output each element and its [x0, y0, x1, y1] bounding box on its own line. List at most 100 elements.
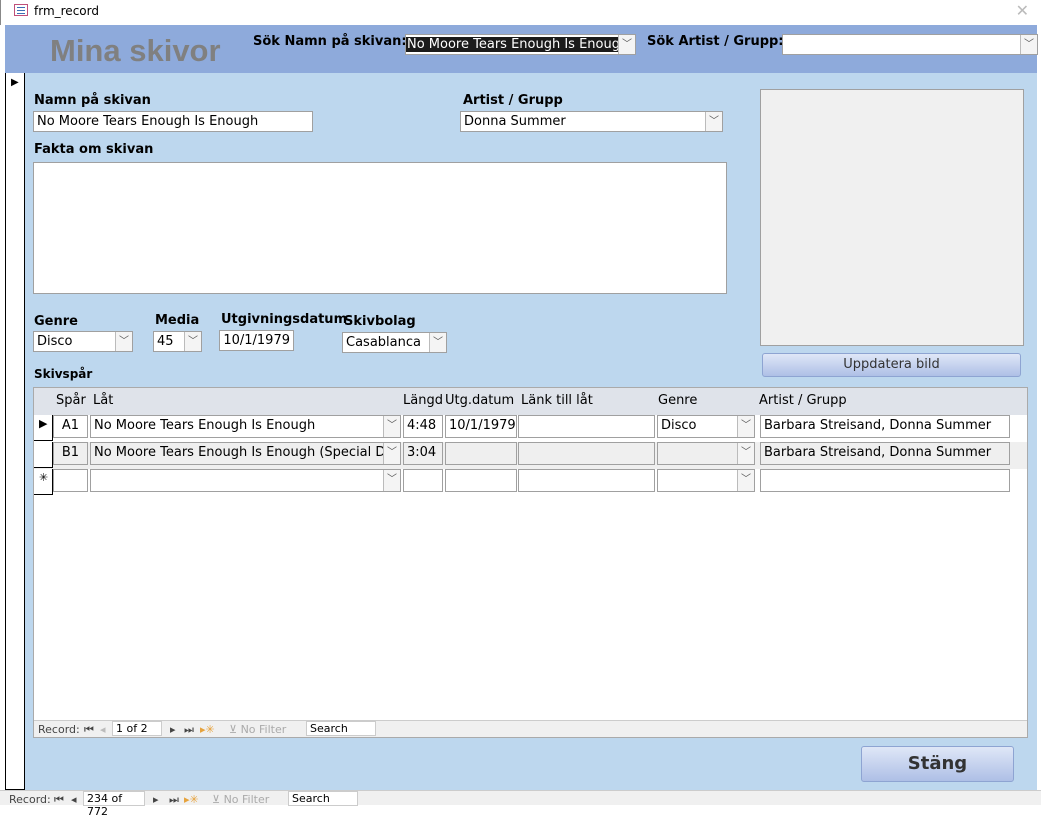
row-selector[interactable]: ✳	[34, 469, 53, 495]
artist-cell[interactable]	[760, 469, 1010, 492]
chevron-down-icon[interactable]: ﹀	[429, 333, 446, 352]
song-cell[interactable]: No Moore Tears Enough Is Enough ﹀	[90, 415, 401, 438]
link-cell[interactable]	[518, 469, 655, 492]
window-title: frm_record	[34, 4, 99, 18]
update-image-button[interactable]: Uppdatera bild	[762, 353, 1021, 377]
date-cell[interactable]	[445, 442, 517, 465]
col-date: Utg.datum	[445, 393, 515, 408]
chevron-down-icon[interactable]: ﹀	[705, 112, 722, 131]
date-cell[interactable]: 10/1/1979	[445, 415, 517, 438]
artist-label: Artist / Grupp	[463, 93, 563, 108]
no-filter-button[interactable]: ⊻ No Filter	[229, 723, 286, 736]
table-row[interactable]: B1 No Moore Tears Enough Is Enough (Spec…	[34, 442, 1027, 469]
record-position-input[interactable]: 1 of 2	[112, 721, 162, 736]
form-icon	[14, 4, 28, 16]
record-label-combo[interactable]: Casablanca ﹀	[342, 332, 447, 353]
tracks-header: Spår Låt Längd Utg.datum Länk till låt G…	[34, 388, 1027, 415]
new-row[interactable]: ✳ ﹀ ﹀	[34, 469, 1027, 496]
row-selector[interactable]: ▶	[34, 415, 53, 441]
track-cell[interactable]: B1	[53, 442, 88, 465]
song-value: No Moore Tears Enough Is Enough	[94, 418, 316, 433]
form-header: Mina skivor Sök Namn på skivan: No Moore…	[5, 25, 1038, 73]
chevron-down-icon[interactable]: ﹀	[737, 416, 754, 437]
col-track: Spår	[56, 393, 86, 408]
chevron-down-icon[interactable]: ﹀	[383, 443, 400, 464]
genre-combo[interactable]: Disco ﹀	[33, 331, 133, 352]
col-link: Länk till låt	[521, 393, 593, 408]
song-value: No Moore Tears Enough Is Enough (Special…	[94, 445, 401, 460]
media-label: Media	[155, 313, 200, 328]
record-selector[interactable]: ▶	[5, 73, 25, 790]
facts-label: Fakta om skivan	[34, 142, 154, 157]
col-artist: Artist / Grupp	[759, 393, 847, 408]
artist-cell[interactable]: Barbara Streisand, Donna Summer	[760, 415, 1010, 438]
main-search-input[interactable]: Search	[288, 791, 358, 806]
cover-image	[760, 89, 1024, 346]
current-row-icon: ▶	[39, 417, 48, 430]
date-cell[interactable]	[445, 469, 517, 492]
facts-textarea[interactable]	[33, 162, 727, 294]
new-record-button[interactable]: ▸✳	[184, 793, 199, 806]
chevron-down-icon[interactable]: ﹀	[383, 470, 400, 491]
table-row[interactable]: ▶ A1 No Moore Tears Enough Is Enough ﹀ 4:…	[34, 415, 1027, 442]
track-cell[interactable]: A1	[53, 415, 88, 438]
name-input[interactable]: No Moore Tears Enough Is Enough	[33, 111, 313, 132]
artist-combo[interactable]: Donna Summer ﹀	[460, 111, 723, 132]
link-cell[interactable]	[518, 415, 655, 438]
chevron-down-icon[interactable]: ﹀	[1020, 35, 1037, 54]
search-artist-label: Sök Artist / Grupp:	[647, 34, 784, 49]
song-cell[interactable]: No Moore Tears Enough Is Enough (Special…	[90, 442, 401, 465]
song-cell[interactable]: ﹀	[90, 469, 401, 492]
search-name-label: Sök Namn på skivan:	[253, 34, 407, 49]
genre-value: Disco	[37, 334, 73, 349]
col-song: Låt	[93, 393, 114, 408]
close-icon[interactable]: ✕	[1016, 1, 1029, 20]
previous-record-button[interactable]: ◂	[100, 723, 106, 736]
close-button[interactable]: Stäng	[861, 746, 1014, 782]
main-record-navigation: Record: ⏮ ◂ 234 of 772 ▸ ⏭ ▸✳ ⊻ No Filte…	[0, 790, 1041, 818]
record-label: Record:	[9, 793, 51, 806]
record-label-value: Casablanca	[346, 335, 421, 350]
search-name-combo[interactable]: No Moore Tears Enough Is Enough ﹀	[405, 34, 636, 55]
length-cell[interactable]: 4:48	[403, 415, 443, 438]
next-record-button[interactable]: ▸	[170, 723, 176, 736]
genre-value: Disco	[661, 418, 697, 433]
record-label: Record:	[38, 723, 80, 736]
app-title: Mina skivor	[50, 33, 221, 68]
artist-cell[interactable]: Barbara Streisand, Donna Summer	[760, 442, 1010, 465]
row-selector[interactable]	[34, 442, 53, 468]
genre-cell[interactable]: Disco ﹀	[657, 415, 755, 438]
search-name-value: No Moore Tears Enough Is Enough	[406, 37, 630, 52]
last-record-button[interactable]: ⏭	[184, 723, 194, 737]
chevron-down-icon[interactable]: ﹀	[184, 332, 201, 351]
record-label-label: Skivbolag	[344, 314, 416, 329]
first-record-button[interactable]: ⏮	[84, 723, 94, 737]
release-date-input[interactable]: 10/1/1979	[219, 330, 294, 351]
search-artist-combo[interactable]: ﹀	[782, 34, 1038, 55]
next-record-button[interactable]: ▸	[153, 793, 159, 806]
record-position-input[interactable]: 234 of 772	[83, 791, 145, 818]
form-detail: Namn på skivan No Moore Tears Enough Is …	[25, 73, 1037, 790]
title-bar: frm_record ✕	[0, 0, 1041, 25]
chevron-down-icon[interactable]: ﹀	[618, 35, 635, 54]
chevron-down-icon[interactable]: ﹀	[383, 416, 400, 437]
chevron-down-icon[interactable]: ﹀	[737, 443, 754, 464]
no-filter-button[interactable]: ⊻ No Filter	[212, 793, 269, 806]
media-combo[interactable]: 45 ﹀	[153, 331, 202, 352]
link-cell[interactable]	[518, 442, 655, 465]
genre-cell[interactable]: ﹀	[657, 469, 755, 492]
length-cell[interactable]: 3:04	[403, 442, 443, 465]
genre-label: Genre	[34, 314, 78, 329]
chevron-down-icon[interactable]: ﹀	[737, 470, 754, 491]
new-record-icon: ✳	[39, 471, 49, 484]
col-genre: Genre	[658, 393, 698, 408]
length-cell[interactable]	[403, 469, 443, 492]
chevron-down-icon[interactable]: ﹀	[115, 332, 132, 351]
subform-search-input[interactable]: Search	[306, 721, 376, 736]
tracks-label: Skivspår	[34, 367, 93, 381]
track-cell[interactable]	[53, 469, 88, 492]
genre-cell[interactable]: ﹀	[657, 442, 755, 465]
new-record-button[interactable]: ▸✳	[200, 723, 215, 736]
tracks-subform: Spår Låt Längd Utg.datum Länk till låt G…	[33, 387, 1028, 738]
previous-record-button[interactable]: ◂	[71, 793, 77, 806]
